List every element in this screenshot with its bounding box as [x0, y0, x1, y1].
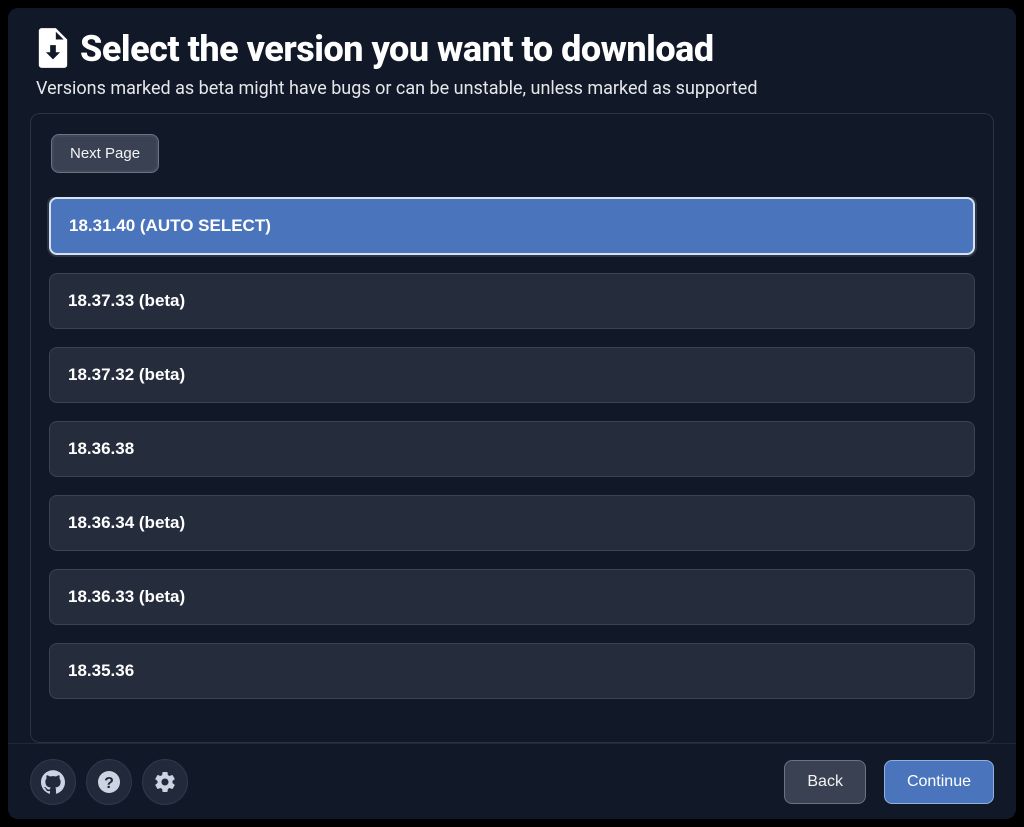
- version-item[interactable]: 18.36.33 (beta): [49, 569, 975, 625]
- gear-icon[interactable]: [142, 759, 188, 805]
- svg-text:?: ?: [104, 775, 114, 792]
- version-item[interactable]: 18.36.34 (beta): [49, 495, 975, 551]
- version-item[interactable]: 18.35.36: [49, 643, 975, 699]
- github-icon[interactable]: [30, 759, 76, 805]
- back-button[interactable]: Back: [784, 760, 866, 804]
- version-item[interactable]: 18.37.33 (beta): [49, 273, 975, 329]
- version-label: 18.37.32 (beta): [68, 365, 185, 384]
- next-page-button[interactable]: Next Page: [51, 134, 159, 173]
- version-label: 18.36.38: [68, 439, 134, 458]
- version-item[interactable]: 18.37.32 (beta): [49, 347, 975, 403]
- version-panel: Next Page 18.31.40 (AUTO SELECT) 18.37.33…: [30, 113, 994, 743]
- version-label: 18.35.36: [68, 661, 134, 680]
- page-subtitle: Versions marked as beta might have bugs …: [36, 78, 994, 99]
- help-icon[interactable]: ?: [86, 759, 132, 805]
- title-row: Select the version you want to download: [36, 28, 994, 72]
- version-label: 18.36.33 (beta): [68, 587, 185, 606]
- version-label: 18.31.40 (AUTO SELECT): [69, 216, 271, 235]
- footer: ? Back Continue: [8, 743, 1016, 819]
- continue-button[interactable]: Continue: [884, 760, 994, 804]
- app-window: Select the version you want to download …: [8, 8, 1016, 819]
- version-label: 18.36.34 (beta): [68, 513, 185, 532]
- version-item[interactable]: 18.36.38: [49, 421, 975, 477]
- version-label: 18.37.33 (beta): [68, 291, 185, 310]
- version-item[interactable]: 18.31.40 (AUTO SELECT): [49, 197, 975, 255]
- footer-left: ?: [30, 759, 188, 805]
- header: Select the version you want to download …: [8, 8, 1016, 111]
- version-list: 18.31.40 (AUTO SELECT) 18.37.33 (beta) 18.…: [47, 197, 977, 701]
- footer-right: Back Continue: [784, 760, 994, 804]
- download-file-icon: [36, 28, 70, 72]
- page-title: Select the version you want to download: [80, 30, 714, 70]
